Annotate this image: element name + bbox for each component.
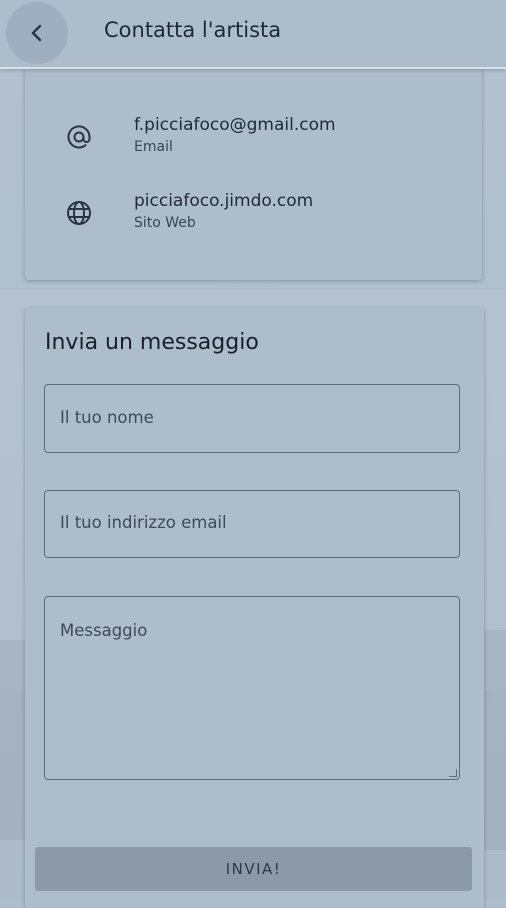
message-textarea[interactable]: Messaggio	[44, 596, 460, 780]
background-pillar-left	[0, 640, 28, 840]
contact-info-card: f.picciafoco@gmail.com Email picciafoco.…	[25, 66, 482, 280]
app-bar: Contatta l'artista	[0, 0, 506, 69]
contact-email-value: f.picciafoco@gmail.com	[134, 115, 336, 135]
contact-row-website[interactable]: picciafoco.jimdo.com Sito Web	[25, 191, 482, 241]
chevron-left-icon	[31, 24, 42, 42]
send-button[interactable]: INVIA!	[35, 847, 472, 891]
email-input[interactable]: Il tuo indirizzo email	[44, 490, 460, 558]
name-input[interactable]: Il tuo nome	[44, 384, 460, 453]
contact-row-email[interactable]: f.picciafoco@gmail.com Email	[25, 115, 482, 165]
background-pillar-right	[482, 630, 506, 850]
resize-handle-icon[interactable]	[449, 769, 457, 777]
contact-website-value: picciafoco.jimdo.com	[134, 191, 314, 211]
at-sign-icon	[67, 125, 91, 149]
globe-icon	[67, 201, 91, 225]
form-title: Invia un messaggio	[45, 330, 259, 355]
page-title: Contatta l'artista	[104, 18, 282, 42]
contact-email-label: Email	[134, 139, 173, 155]
message-form-card: Invia un messaggio Il tuo nome Il tuo in…	[25, 308, 484, 908]
name-placeholder: Il tuo nome	[60, 408, 154, 427]
email-placeholder: Il tuo indirizzo email	[60, 513, 227, 532]
message-placeholder: Messaggio	[60, 621, 148, 640]
contact-website-label: Sito Web	[134, 215, 196, 231]
back-button[interactable]	[6, 2, 68, 64]
